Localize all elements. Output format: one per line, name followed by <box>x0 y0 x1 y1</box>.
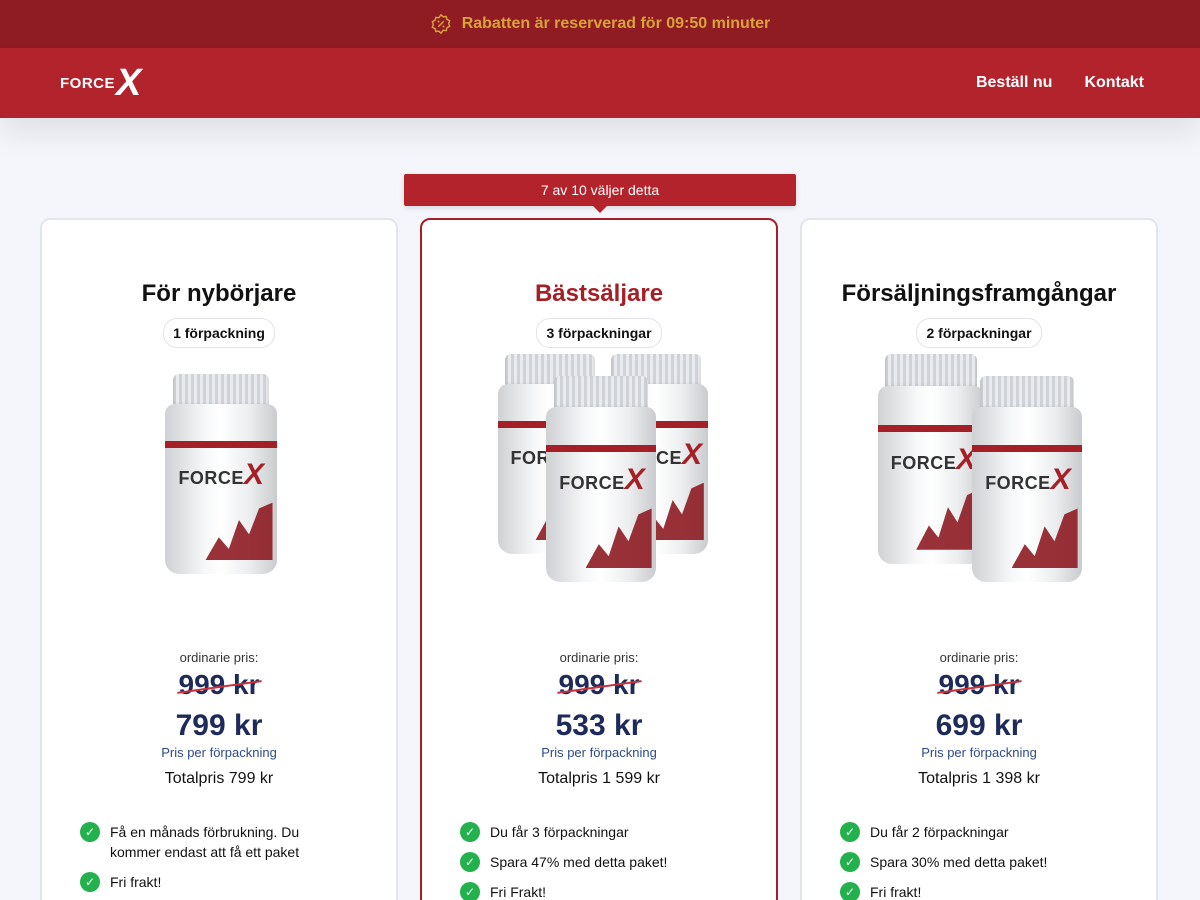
offer-card-bestseller[interactable]: Bästsäljare 3 förpackningar FORCE X FORCE… <box>420 218 778 900</box>
feature-item: ✓ Du får 3 förpackningar <box>460 822 720 842</box>
discount-badge-icon <box>431 13 451 35</box>
card-title: För nybörjare <box>141 280 297 307</box>
feature-item: ✓ Du får 2 förpackningar <box>840 822 1100 842</box>
main-nav: Beställ nu Kontakt <box>976 74 1144 92</box>
offer-card-beginner[interactable]: För nybörjare 1 förpackning FORCEX ordin… <box>40 218 398 900</box>
regular-price-label: ordinarie pris: <box>939 650 1019 665</box>
feature-list: ✓ Få en månads förbrukning. Du kommer end… <box>80 822 340 892</box>
regular-price: 999 kr <box>938 669 1020 700</box>
popular-choice-ribbon: 7 av 10 väljer detta <box>404 174 796 213</box>
forcex-logo[interactable]: FORCE X <box>60 64 141 102</box>
feature-item: ✓ Fri Frakt! <box>460 882 720 900</box>
pack-count-badge: 1 förpackning <box>163 318 275 348</box>
offer-price: 699 kr <box>935 709 1023 742</box>
check-icon: ✓ <box>80 872 100 892</box>
price-per-pack-label: Pris per förpackning <box>541 745 657 760</box>
check-icon: ✓ <box>840 822 860 842</box>
check-icon: ✓ <box>460 822 480 842</box>
feature-item: ✓ Spara 47% med detta paket! <box>460 852 720 872</box>
check-icon: ✓ <box>840 852 860 872</box>
offer-card-sales-success[interactable]: Försäljningsframgångar 2 förpackningar F… <box>800 218 1158 900</box>
total-price: Totalpris 1 599 kr <box>538 770 660 787</box>
offer-price: 799 kr <box>175 709 263 742</box>
nav-contact[interactable]: Kontakt <box>1084 74 1144 92</box>
feature-item: ✓ Fri frakt! <box>80 872 340 892</box>
bottle-image: FORCEX <box>972 376 1082 582</box>
feature-item: ✓ Fri frakt! <box>840 882 1100 900</box>
regular-price: 999 kr <box>178 669 260 700</box>
feature-list: ✓ Du får 3 förpackningar ✓ Spara 47% med d… <box>460 822 720 900</box>
price-per-pack-label: Pris per förpackning <box>921 745 1037 760</box>
bottle-image: FORCEX <box>878 354 984 564</box>
check-icon: ✓ <box>460 852 480 872</box>
discount-timer-bar: Rabatten är reserverad för 09:50 minuter <box>0 0 1200 48</box>
check-icon: ✓ <box>460 882 480 900</box>
bottle-image: FORCEX <box>165 374 277 574</box>
pack-count-badge: 3 förpackningar <box>536 318 662 348</box>
regular-price-label: ordinarie pris: <box>559 650 639 665</box>
product-image: FORCEX <box>42 362 396 618</box>
offer-price: 533 kr <box>555 709 643 742</box>
feature-item: ✓ Få en månads förbrukning. Du kommer end… <box>80 822 340 862</box>
nav-order-now[interactable]: Beställ nu <box>976 74 1052 92</box>
card-title: Försäljningsframgångar <box>841 280 1117 307</box>
pack-count-badge: 2 förpackningar <box>916 318 1042 348</box>
bottle-image: FORCEX <box>546 376 656 582</box>
site-header: FORCE X Beställ nu Kontakt <box>0 48 1200 118</box>
card-title: Bästsäljare <box>534 280 664 307</box>
feature-item: ✓ Spara 30% med detta paket! <box>840 852 1100 872</box>
check-icon: ✓ <box>80 822 100 842</box>
product-image: FORCEX FORCEX FORCEX <box>422 354 776 618</box>
price-per-pack-label: Pris per förpackning <box>161 745 277 760</box>
check-icon: ✓ <box>840 882 860 900</box>
discount-timer-text: Rabatten är reserverad för 09:50 minuter <box>461 15 771 32</box>
total-price: Totalpris 1 398 kr <box>918 770 1040 787</box>
regular-price: 999 kr <box>558 669 640 700</box>
product-image: FORCEX FORCEX <box>802 354 1156 618</box>
feature-list: ✓ Du får 2 förpackningar ✓ Spara 30% med d… <box>840 822 1100 900</box>
total-price: Totalpris 799 kr <box>164 770 274 787</box>
regular-price-label: ordinarie pris: <box>179 650 259 665</box>
